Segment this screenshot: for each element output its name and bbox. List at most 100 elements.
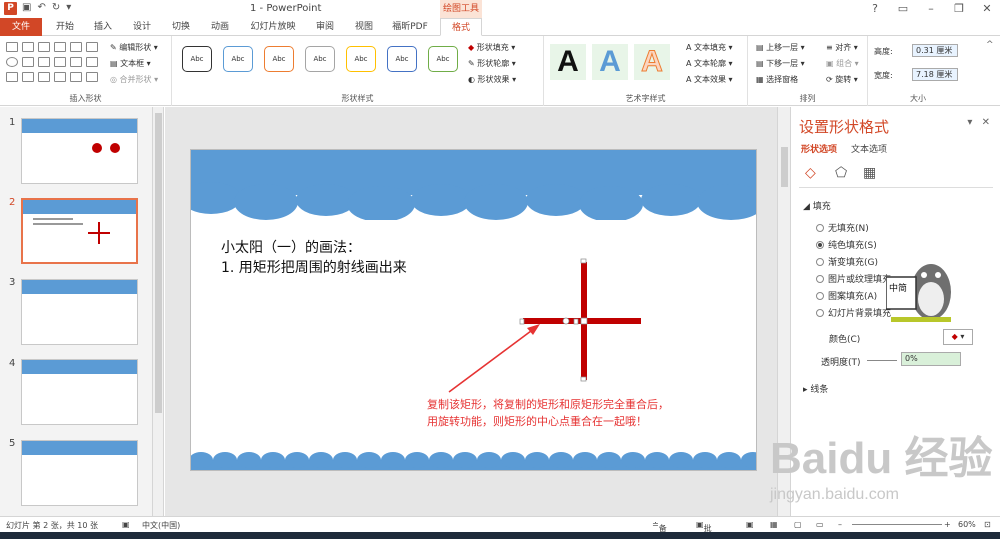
tab-review[interactable]: 审阅: [310, 18, 340, 36]
ribbon-display-icon[interactable]: ▭: [896, 2, 910, 15]
fill-option-solid[interactable]: 纯色填充(S): [816, 238, 877, 251]
restore-icon[interactable]: ❐: [952, 2, 966, 15]
text-fill-button[interactable]: A 文本填充 ▾: [686, 42, 733, 53]
shape-item[interactable]: [54, 42, 66, 52]
wordart-style[interactable]: A: [634, 44, 670, 80]
tab-slideshow[interactable]: 幻灯片放映: [244, 18, 302, 36]
spellcheck-icon[interactable]: ▣: [122, 520, 130, 529]
radio-button[interactable]: [816, 223, 824, 232]
size-properties-icon[interactable]: ▦: [863, 165, 876, 181]
comments-button[interactable]: ▣ 批注: [696, 520, 712, 539]
shape-item[interactable]: [38, 72, 50, 82]
shape-item[interactable]: [22, 57, 34, 67]
slide-thumbnail[interactable]: [21, 118, 138, 184]
slide-thumbnail[interactable]: [21, 279, 138, 345]
shape-item[interactable]: [6, 72, 18, 82]
slide-title-text[interactable]: 小太阳（一）的画法： 1. 用矩形把周围的射线画出来: [221, 238, 407, 278]
shape-style-swatch[interactable]: Abc: [305, 46, 335, 72]
shape-item[interactable]: [70, 72, 82, 82]
shape-style-swatch[interactable]: Abc: [223, 46, 253, 72]
shape-item[interactable]: [22, 42, 34, 52]
send-backward-button[interactable]: ▤ 下移一层 ▾: [756, 58, 805, 69]
line-section-header[interactable]: ▸ 线条: [803, 382, 828, 395]
radio-button[interactable]: [816, 240, 824, 249]
fill-option-pattern[interactable]: 图案填充(A): [816, 289, 877, 302]
tab-shape-options[interactable]: 形状选项: [801, 142, 837, 155]
close-icon[interactable]: ✕: [982, 117, 990, 128]
fill-option-slide-background[interactable]: 幻灯片背景填充: [816, 306, 891, 319]
shape-item[interactable]: [70, 57, 82, 67]
tab-home[interactable]: 开始: [50, 18, 80, 36]
text-outline-button[interactable]: A 文本轮廓 ▾: [686, 58, 733, 69]
shape-item[interactable]: [54, 57, 66, 67]
transparency-slider[interactable]: [867, 360, 897, 361]
rotate-button[interactable]: ⟳ 旋转 ▾: [826, 74, 858, 85]
save-icon[interactable]: ▣: [22, 2, 31, 13]
align-button[interactable]: ≡ 对齐 ▾: [826, 42, 858, 53]
shape-style-swatch[interactable]: Abc: [346, 46, 376, 72]
wordart-style[interactable]: A: [592, 44, 628, 80]
scrollbar-thumb[interactable]: [155, 113, 162, 413]
shape-effects-button[interactable]: ◐ 形状效果 ▾: [468, 74, 516, 85]
shape-item[interactable]: [86, 57, 98, 67]
shape-item[interactable]: [86, 42, 98, 52]
shape-style-swatch[interactable]: Abc: [264, 46, 294, 72]
undo-icon[interactable]: ↶: [37, 2, 45, 13]
transparency-input[interactable]: 0%: [901, 352, 961, 366]
fill-option-picture[interactable]: 图片或纹理填充: [816, 272, 891, 285]
shape-item[interactable]: [54, 72, 66, 82]
zoom-in-icon[interactable]: +: [944, 520, 951, 529]
fill-color-picker[interactable]: ◆ ▾: [943, 329, 973, 345]
radio-button[interactable]: [816, 291, 824, 300]
fill-section-header[interactable]: ◢ 填充: [803, 199, 831, 212]
fit-slide-icon[interactable]: ⊡: [984, 520, 991, 529]
shape-style-swatch[interactable]: Abc: [387, 46, 417, 72]
merge-shapes-button[interactable]: ◎ 合并形状 ▾: [110, 74, 158, 85]
redo-icon[interactable]: ↻: [52, 2, 60, 13]
slideshow-icon[interactable]: ▭: [816, 520, 824, 529]
thumbnail-scrollbar[interactable]: [153, 107, 164, 516]
tab-text-options[interactable]: 文本选项: [851, 142, 887, 155]
shape-item[interactable]: [6, 57, 18, 67]
slide-canvas[interactable]: 小太阳（一）的画法： 1. 用矩形把周围的射线画出来 复制该矩形，将复制的矩形和…: [190, 149, 757, 471]
radio-button[interactable]: [816, 257, 824, 266]
radio-button[interactable]: [816, 308, 824, 317]
help-icon[interactable]: ?: [868, 2, 882, 15]
text-box-button[interactable]: ▤ 文本框 ▾: [110, 58, 151, 69]
shape-item[interactable]: [86, 72, 98, 82]
fill-option-none[interactable]: 无填充(N): [816, 221, 869, 234]
chevron-down-icon[interactable]: ▾: [967, 117, 972, 128]
fill-option-gradient[interactable]: 渐变填充(G): [816, 255, 878, 268]
shape-item[interactable]: [6, 42, 18, 52]
slide-thumbnail[interactable]: [21, 440, 138, 506]
zoom-out-icon[interactable]: –: [838, 520, 842, 529]
text-effects-button[interactable]: A 文本效果 ▾: [686, 74, 733, 85]
shape-style-swatch[interactable]: Abc: [428, 46, 458, 72]
close-icon[interactable]: ✕: [980, 2, 994, 15]
bring-forward-button[interactable]: ▤ 上移一层 ▾: [756, 42, 805, 53]
tab-file[interactable]: 文件: [0, 18, 42, 36]
tab-animations[interactable]: 动画: [205, 18, 235, 36]
height-input[interactable]: 0.31 厘米: [912, 44, 958, 57]
customize-icon[interactable]: ▾: [66, 2, 71, 13]
tab-foxit-pdf[interactable]: 福昕PDF: [388, 18, 432, 36]
shape-item[interactable]: [22, 72, 34, 82]
selection-pane-button[interactable]: ▦ 选择窗格: [756, 74, 798, 85]
collapse-ribbon-icon[interactable]: ^: [986, 40, 994, 50]
group-button[interactable]: ▣ 组合 ▾: [826, 58, 859, 69]
wordart-style[interactable]: A: [550, 44, 586, 80]
annotation-text[interactable]: 复制该矩形，将复制的矩形和原矩形完全重合后， 用旋转功能，则矩形的中心点重合在一…: [427, 396, 669, 430]
tab-transitions[interactable]: 切换: [166, 18, 196, 36]
shape-item[interactable]: [70, 42, 82, 52]
shape-item[interactable]: [38, 42, 50, 52]
minimize-icon[interactable]: –: [924, 2, 938, 15]
reading-view-icon[interactable]: ▢: [794, 520, 802, 529]
notes-button[interactable]: ≐ 备注: [652, 520, 667, 539]
zoom-level[interactable]: 60%: [958, 520, 976, 529]
slide-thumbnail[interactable]: [21, 198, 138, 264]
language-indicator[interactable]: 中文(中国): [142, 520, 180, 531]
shape-gallery[interactable]: [4, 40, 104, 84]
scrollbar-thumb[interactable]: [781, 147, 788, 187]
tab-view[interactable]: 视图: [349, 18, 379, 36]
shape-style-swatch[interactable]: Abc: [182, 46, 212, 72]
